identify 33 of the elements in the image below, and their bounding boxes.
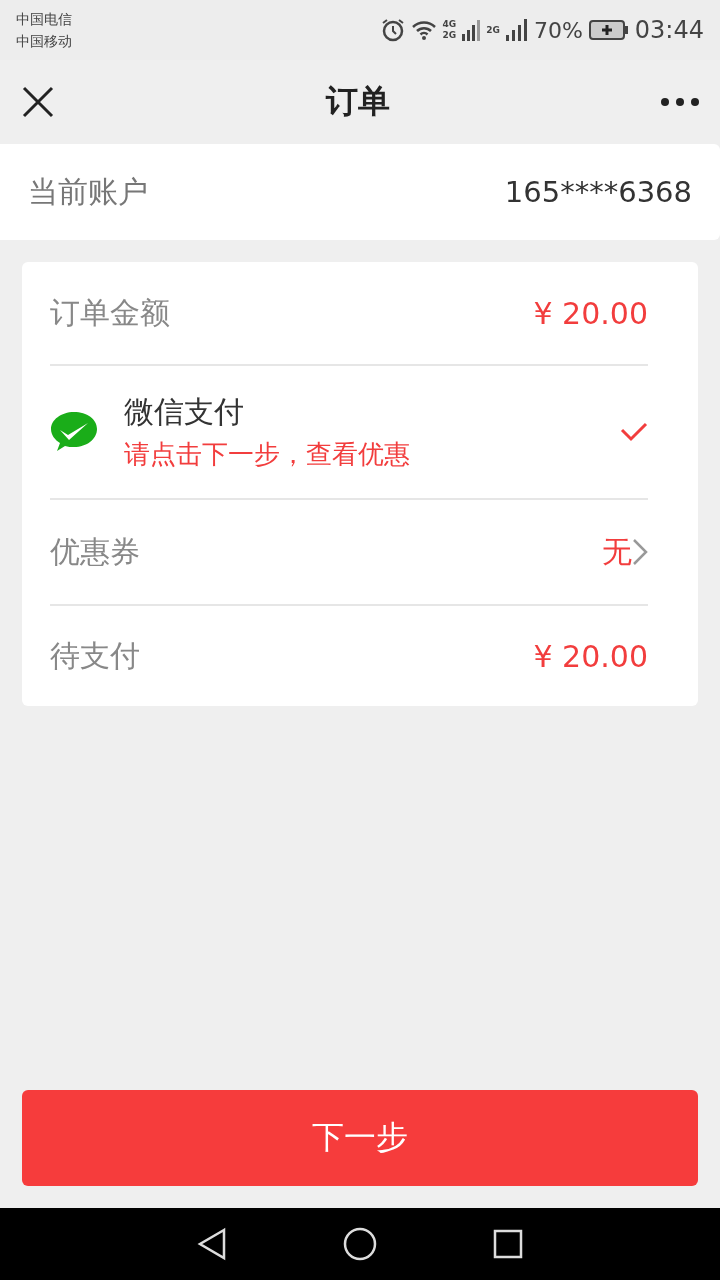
signal-icon [505, 19, 528, 41]
recents-icon[interactable] [493, 1229, 523, 1259]
chat-bubble-check-icon [50, 410, 98, 454]
close-icon[interactable] [20, 84, 56, 120]
signal-icon [462, 19, 481, 41]
home-icon[interactable] [343, 1227, 377, 1261]
row-label: 待支付 [50, 636, 141, 675]
network-label: 4G [442, 19, 457, 30]
next-button[interactable]: 下一步 [22, 1090, 698, 1186]
amount-value: ¥ 20.00 [533, 295, 648, 331]
payment-hint: 请点击下一步，查看优惠 [124, 438, 411, 471]
wifi-icon [410, 19, 437, 41]
coupon-row[interactable]: 优惠券 无 [50, 498, 648, 604]
clock: 03:44 [634, 16, 704, 44]
back-icon[interactable] [197, 1227, 227, 1261]
row-label: 订单金额 [50, 293, 171, 332]
page-title: 订单 [324, 81, 391, 122]
payment-method: 微信支付 [124, 393, 245, 431]
alarm-icon [380, 18, 405, 42]
chevron-right-icon [632, 538, 648, 566]
payment-option[interactable]: 微信支付 请点击下一步，查看优惠 [50, 364, 648, 498]
network-label: 2G [442, 30, 457, 41]
network-label: 2G [486, 24, 500, 36]
battery-percent: 70% [533, 17, 583, 43]
account-label: 当前账户 [28, 172, 149, 211]
carrier-name: 中国移动 [16, 32, 72, 51]
more-icon[interactable] [660, 97, 700, 107]
amount-value: ¥ 20.00 [533, 638, 648, 674]
row-label: 优惠券 [50, 532, 141, 571]
battery-charging-icon [588, 20, 629, 40]
account-number: 165****6368 [504, 175, 692, 209]
carrier-name: 中国电信 [16, 10, 72, 29]
coupon-value: 无 [602, 532, 632, 571]
